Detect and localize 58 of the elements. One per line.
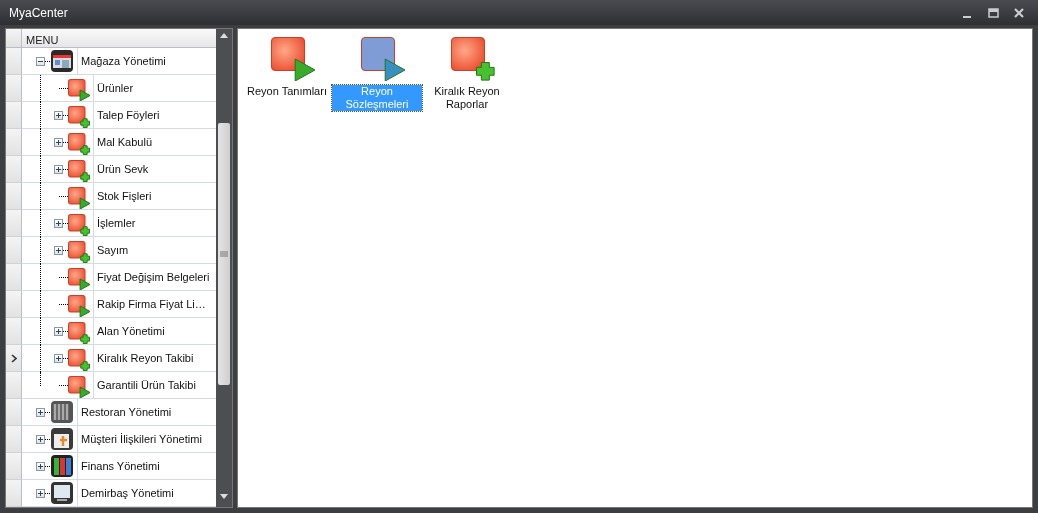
expand-button[interactable]	[36, 434, 45, 444]
expand-button[interactable]	[54, 353, 63, 363]
tree-line	[59, 195, 68, 197]
scroll-thumb[interactable]	[218, 123, 230, 385]
expand-button[interactable]	[54, 326, 63, 336]
shopping-bag-icon	[50, 427, 74, 451]
plus-icon	[55, 111, 62, 119]
expand-button[interactable]	[54, 110, 63, 120]
expand-button[interactable]	[54, 245, 63, 255]
play-tile-icon	[68, 78, 90, 101]
play-tile-icon	[361, 37, 405, 81]
tree-line	[59, 384, 68, 386]
add-tile-icon	[68, 132, 90, 155]
play-tile-icon	[68, 267, 90, 290]
add-tile-icon	[68, 240, 90, 263]
store-icon	[50, 49, 74, 73]
plus-icon	[55, 138, 62, 146]
add-tile-icon	[68, 105, 90, 128]
play-tile-icon	[68, 294, 90, 317]
close-icon	[1014, 7, 1024, 18]
column-header: MENU	[22, 29, 216, 47]
monitor-icon	[50, 481, 74, 505]
app-tile[interactable]: Reyon Tanımları	[242, 37, 332, 98]
expand-button[interactable]	[54, 218, 63, 228]
expand-button[interactable]	[54, 137, 63, 147]
cutlery-icon	[50, 400, 74, 424]
expand-button[interactable]	[36, 461, 45, 471]
plus-icon	[55, 246, 62, 254]
expand-button[interactable]	[36, 488, 45, 498]
collapse-button[interactable]	[36, 56, 45, 66]
add-tile-icon	[68, 348, 90, 371]
plus-icon	[55, 327, 62, 335]
plus-icon	[55, 354, 62, 362]
plus-icon	[55, 165, 62, 173]
play-tile-icon	[68, 375, 90, 398]
add-tile-icon	[68, 213, 90, 236]
expand-button[interactable]	[54, 164, 63, 174]
expand-button[interactable]	[36, 407, 45, 417]
plus-icon	[55, 219, 62, 227]
tree-line	[59, 303, 68, 305]
app-tile[interactable]: Kiralık Reyon Raporlar	[422, 37, 512, 111]
row-header[interactable]	[6, 345, 22, 372]
maximize-icon	[987, 7, 999, 18]
tree-line	[59, 276, 68, 278]
plus-icon	[37, 408, 44, 416]
binders-icon	[50, 454, 74, 478]
window-title: MyaCenter	[9, 4, 68, 22]
add-tile-icon	[451, 37, 495, 81]
add-tile-icon	[68, 159, 90, 182]
plus-icon	[37, 489, 44, 497]
play-tile-icon	[271, 37, 315, 81]
minimize-icon	[963, 15, 971, 18]
tree-line	[59, 87, 68, 89]
scrollbar[interactable]	[216, 29, 232, 507]
plus-icon	[37, 435, 44, 443]
play-tile-icon	[68, 186, 90, 209]
add-tile-icon	[68, 321, 90, 344]
plus-icon	[37, 462, 44, 470]
